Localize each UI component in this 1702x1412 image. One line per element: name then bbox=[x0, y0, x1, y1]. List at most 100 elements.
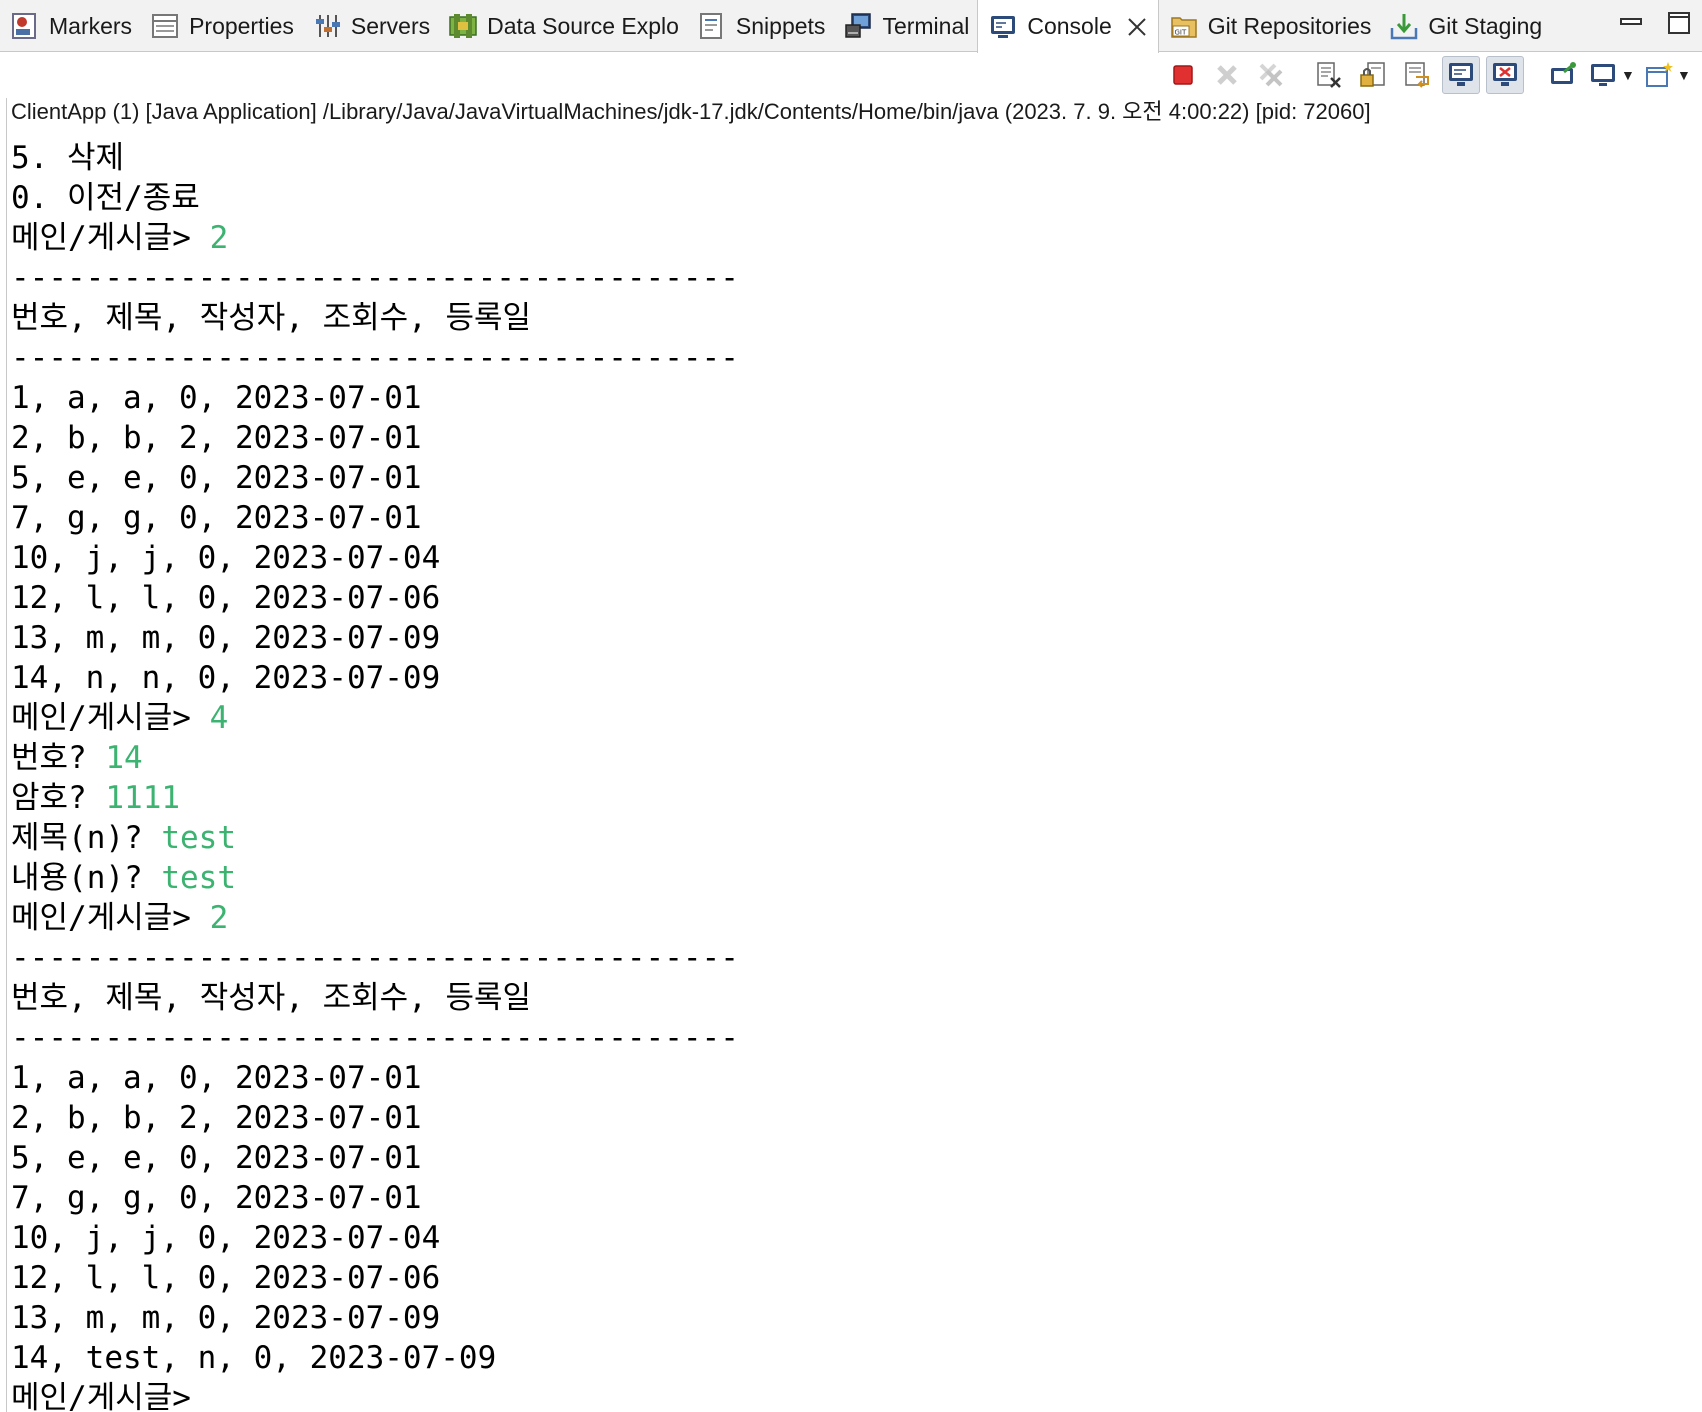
console-line: 메인/게시글> bbox=[11, 1378, 1701, 1412]
console-line-text: --------------------------------------- bbox=[11, 940, 739, 976]
view-window-controls bbox=[1618, 10, 1692, 36]
console-line: 12, l, l, 0, 2023-07-06 bbox=[11, 1258, 1701, 1298]
process-info-label: ClientApp (1) [Java Application] /Librar… bbox=[11, 99, 1371, 124]
console-line: 10, j, j, 0, 2023-07-04 bbox=[11, 538, 1701, 578]
show-console-stderr-icon bbox=[1493, 63, 1517, 86]
remove-launch-button[interactable] bbox=[1208, 56, 1246, 94]
markers-icon bbox=[12, 13, 36, 39]
show-console-on-stdout-button[interactable] bbox=[1442, 56, 1480, 94]
console-line: 메인/게시글> 2 bbox=[11, 218, 1701, 258]
console-line-text: 내용(n)? bbox=[11, 860, 162, 896]
console-line: 0. 이전/종료 bbox=[11, 178, 1701, 218]
console-line: --------------------------------------- bbox=[11, 258, 1701, 298]
console-line-text: 1, a, a, 0, 2023-07-01 bbox=[11, 380, 422, 416]
console-line-text: --------------------------------------- bbox=[11, 260, 739, 296]
console-icon bbox=[991, 15, 1016, 38]
console-line-text: 0. 이전/종료 bbox=[11, 180, 200, 216]
console-line-text: 메인/게시글> bbox=[11, 900, 210, 936]
console-line-text: 7, g, g, 0, 2023-07-01 bbox=[11, 500, 422, 536]
remove-launch-icon bbox=[1217, 65, 1237, 85]
console-line: 2, b, b, 2, 2023-07-01 bbox=[11, 418, 1701, 458]
tab-data-source-explorer[interactable]: Data Source Explo bbox=[438, 0, 687, 52]
console-output[interactable]: 5. 삭제 0. 이전/종료 메인/게시글> 2 ------------------… bbox=[11, 138, 1701, 1412]
console-line: 12, l, l, 0, 2023-07-06 bbox=[11, 578, 1701, 618]
svg-text:GIT: GIT bbox=[1174, 29, 1186, 37]
display-selected-console-dropdown[interactable]: ▼ bbox=[1588, 56, 1638, 94]
console-line: 번호? 14 bbox=[11, 738, 1701, 778]
console-view[interactable]: ClientApp (1) [Java Application] /Librar… bbox=[6, 98, 1702, 1412]
console-line-text: 14, test, n, 0, 2023-07-09 bbox=[11, 1340, 497, 1376]
console-user-input: 14 bbox=[105, 740, 143, 776]
console-line: 2, b, b, 2, 2023-07-01 bbox=[11, 1098, 1701, 1138]
console-line-text: 5, e, e, 0, 2023-07-01 bbox=[11, 460, 422, 496]
console-line: 번호, 제목, 작성자, 조회수, 등록일 bbox=[11, 298, 1701, 338]
close-icon[interactable] bbox=[1126, 16, 1148, 38]
console-line-text: 5, e, e, 0, 2023-07-01 bbox=[11, 1140, 422, 1176]
terminate-icon bbox=[1173, 65, 1193, 85]
console-line: 5, e, e, 0, 2023-07-01 bbox=[11, 1138, 1701, 1178]
console-line-text: --------------------------------------- bbox=[11, 340, 739, 376]
console-line: --------------------------------------- bbox=[11, 338, 1701, 378]
console-line-text: 2, b, b, 2, 2023-07-01 bbox=[11, 420, 422, 456]
console-user-input: 2 bbox=[209, 900, 229, 936]
pin-console-icon bbox=[1551, 62, 1576, 84]
console-line-text: --------------------------------------- bbox=[11, 1020, 739, 1056]
tab-snippets[interactable]: Snippets bbox=[687, 0, 834, 52]
terminate-button[interactable] bbox=[1164, 56, 1202, 94]
remove-all-terminated-icon bbox=[1259, 63, 1283, 87]
console-line-text: 13, m, m, 0, 2023-07-09 bbox=[11, 620, 441, 656]
console-line: 메인/게시글> 2 bbox=[11, 898, 1701, 938]
minimize-icon[interactable] bbox=[1618, 10, 1644, 36]
tab-label: Git Staging bbox=[1428, 12, 1543, 39]
console-line: 13, m, m, 0, 2023-07-09 bbox=[11, 1298, 1701, 1338]
tab-servers[interactable]: Servers bbox=[302, 0, 438, 52]
tab-label: Properties bbox=[189, 12, 294, 39]
snippets-icon bbox=[699, 13, 722, 39]
word-wrap-button[interactable] bbox=[1398, 56, 1436, 94]
console-line: 14, test, n, 0, 2023-07-09 bbox=[11, 1338, 1701, 1378]
tab-markers[interactable]: Markers bbox=[0, 0, 140, 52]
console-line-text: 메인/게시글> bbox=[11, 1380, 191, 1412]
console-line-text: 5. 삭제 bbox=[11, 140, 125, 176]
console-line: 10, j, j, 0, 2023-07-04 bbox=[11, 1218, 1701, 1258]
view-tab-bar: Markers Properties Servers Data Source E… bbox=[0, 0, 1702, 53]
console-line: 메인/게시글> 4 bbox=[11, 698, 1701, 738]
show-console-stdout-icon bbox=[1449, 63, 1473, 86]
console-line-text: 번호, 제목, 작성자, 조회수, 등록일 bbox=[11, 980, 532, 1016]
console-line: 14, n, n, 0, 2023-07-09 bbox=[11, 658, 1701, 698]
tab-git-repositories[interactable]: GIT Git Repositories bbox=[1159, 0, 1380, 52]
console-line-text: 12, l, l, 0, 2023-07-06 bbox=[11, 580, 441, 616]
properties-icon bbox=[152, 14, 179, 38]
console-line: 제목(n)? test bbox=[11, 818, 1701, 858]
git-staging-icon bbox=[1391, 14, 1418, 40]
console-line-text: 10, j, j, 0, 2023-07-04 bbox=[11, 1220, 441, 1256]
console-line-text: 1, a, a, 0, 2023-07-01 bbox=[11, 1060, 422, 1096]
tab-label: Console bbox=[1027, 13, 1112, 39]
tab-label: Terminal bbox=[882, 12, 970, 39]
console-line-text: 7, g, g, 0, 2023-07-01 bbox=[11, 1180, 422, 1216]
show-console-on-stderr-button[interactable] bbox=[1486, 56, 1524, 94]
open-console-dropdown[interactable]: ▼ bbox=[1644, 56, 1694, 94]
tab-console[interactable]: Console bbox=[977, 0, 1159, 53]
maximize-icon[interactable] bbox=[1666, 10, 1692, 36]
console-user-input: 1111 bbox=[105, 780, 181, 816]
remove-all-terminated-button[interactable] bbox=[1252, 56, 1290, 94]
tab-terminal[interactable]: Terminal bbox=[833, 0, 977, 52]
terminal-icon bbox=[845, 13, 872, 38]
git-repositories-icon: GIT bbox=[1171, 17, 1197, 38]
console-line: 1, a, a, 0, 2023-07-01 bbox=[11, 378, 1701, 418]
chevron-down-icon: ▼ bbox=[1621, 67, 1635, 83]
console-line-text: 12, l, l, 0, 2023-07-06 bbox=[11, 1260, 441, 1296]
pin-console-button[interactable] bbox=[1544, 56, 1582, 94]
console-line-text: 메인/게시글> bbox=[11, 700, 210, 736]
tab-git-staging[interactable]: Git Staging bbox=[1379, 0, 1550, 52]
servers-icon bbox=[315, 15, 340, 37]
tab-properties[interactable]: Properties bbox=[140, 0, 302, 52]
console-user-input: 4 bbox=[209, 700, 229, 736]
scroll-lock-button[interactable] bbox=[1354, 56, 1392, 94]
console-line: 1, a, a, 0, 2023-07-01 bbox=[11, 1058, 1701, 1098]
chevron-down-icon: ▼ bbox=[1677, 67, 1691, 83]
console-line-text: 번호, 제목, 작성자, 조회수, 등록일 bbox=[11, 300, 532, 336]
console-line: 13, m, m, 0, 2023-07-09 bbox=[11, 618, 1701, 658]
clear-console-button[interactable] bbox=[1310, 56, 1348, 94]
